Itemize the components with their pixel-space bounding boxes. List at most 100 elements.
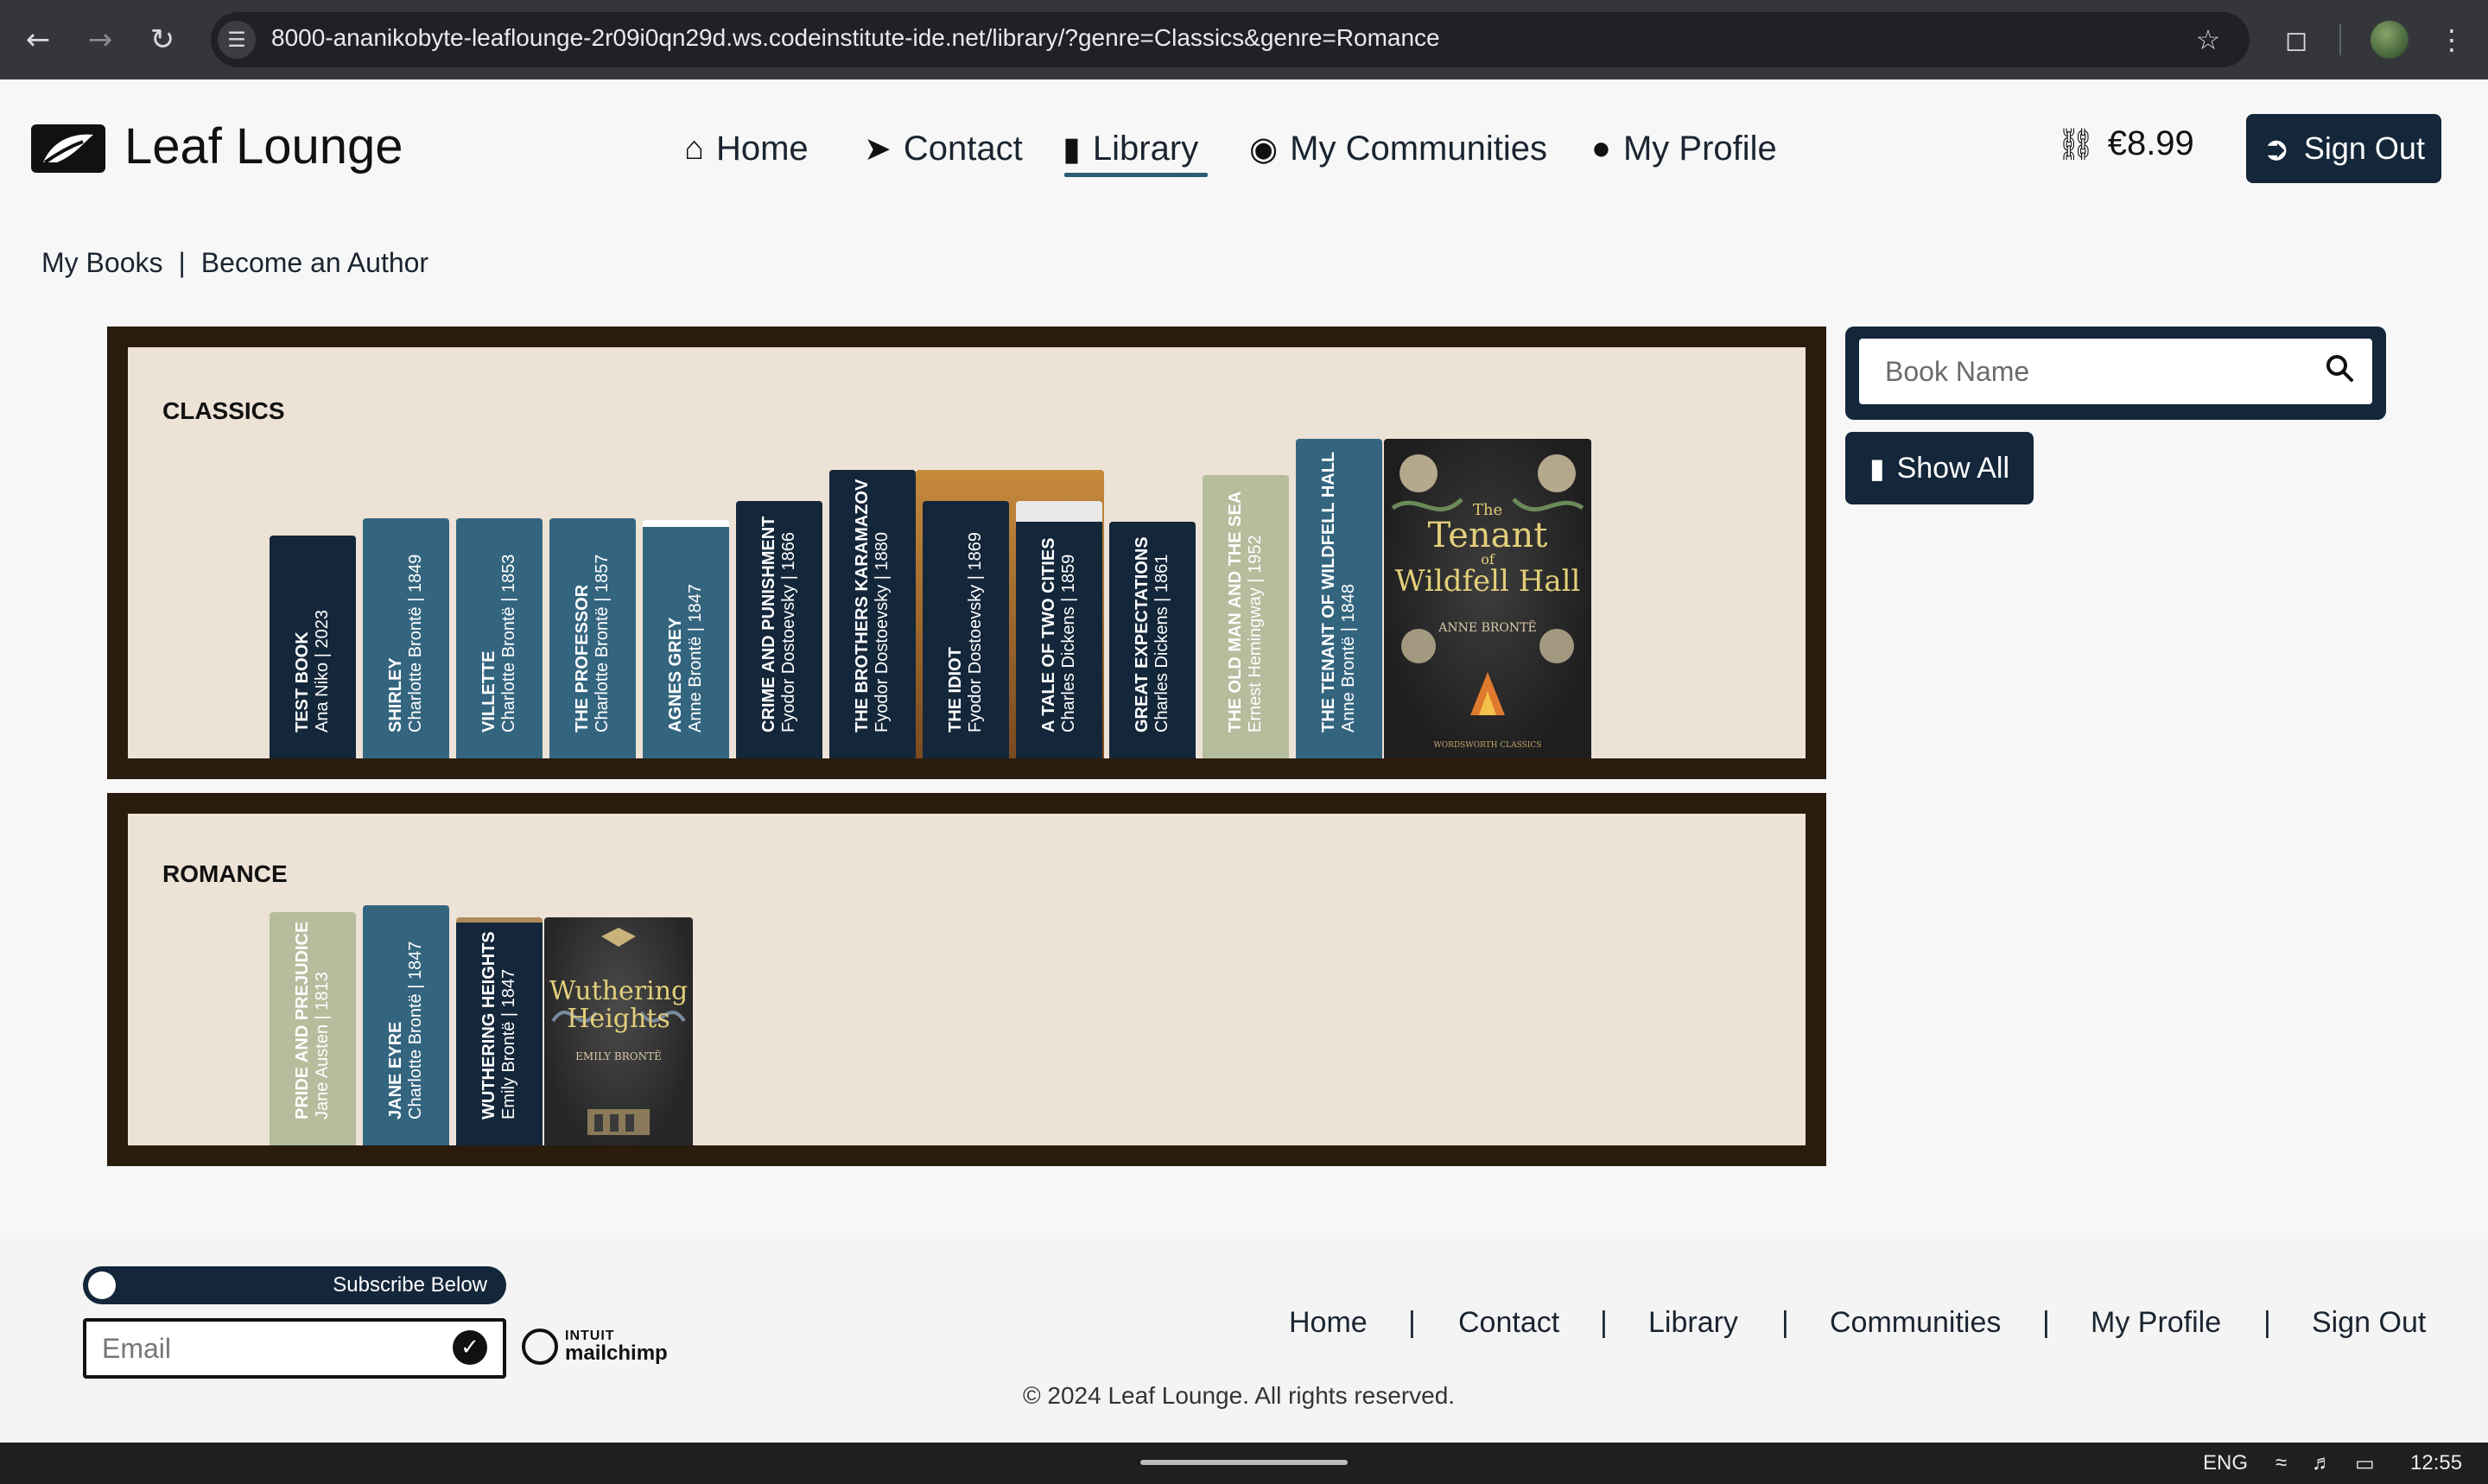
reload-icon[interactable]: ↻ bbox=[142, 19, 183, 60]
nav-communities[interactable]: ◉ My Communities bbox=[1249, 117, 1547, 180]
mailchimp-text: mailchimp bbox=[565, 1341, 668, 1365]
library-sub-links: My Books | Become an Author bbox=[41, 247, 428, 279]
basket-link[interactable]: ⛓ €8.99 bbox=[2056, 124, 2194, 163]
sub-link-separator: | bbox=[178, 247, 186, 278]
footer-link-communities[interactable]: Communities bbox=[1830, 1306, 2001, 1340]
home-icon: ⌂ bbox=[684, 130, 704, 167]
sign-out-button[interactable]: ➲ Sign Out bbox=[2246, 114, 2441, 183]
cover-title-line1: Wuthering bbox=[549, 976, 689, 1006]
book-spine[interactable]: AGNES GREY Anne Brontë | 1847 bbox=[643, 520, 729, 758]
site-header: Leaf Lounge ⌂ Home ➤ Contact ▮ Library ◉… bbox=[0, 79, 2488, 214]
sign-out-icon: ➲ bbox=[2263, 130, 2290, 168]
clock[interactable]: 12:55 bbox=[2410, 1451, 2462, 1475]
email-field[interactable] bbox=[86, 1322, 441, 1375]
book-spine[interactable]: SHIRLEY Charlotte Brontë | 1849 bbox=[363, 518, 449, 758]
kebab-menu-icon[interactable]: ⋮ bbox=[2431, 19, 2472, 60]
active-nav-indicator bbox=[1064, 173, 1208, 177]
footer-link-library[interactable]: Library bbox=[1648, 1306, 1738, 1340]
shelf-romance-inner: ROMANCE PRIDE AND PREJUDICE Jane Austen |… bbox=[128, 814, 1806, 1145]
cover-title-line2: Tenant bbox=[1427, 516, 1548, 555]
leaf-logo-icon[interactable] bbox=[31, 124, 105, 173]
nav-profile-label: My Profile bbox=[1622, 129, 1777, 168]
mailchimp-icon bbox=[522, 1329, 558, 1365]
shelf-romance: ROMANCE PRIDE AND PREJUDICE Jane Austen |… bbox=[107, 793, 1826, 1166]
battery-icon[interactable]: ▭ bbox=[2355, 1451, 2375, 1476]
book-icon: ▮ bbox=[1869, 453, 1885, 484]
nav-profile[interactable]: ● My Profile bbox=[1591, 117, 1777, 180]
shelf-classics-inner: CLASSICS TEST BOOK Ana Niko | 2023 SHIRLE… bbox=[128, 347, 1806, 758]
book-spine[interactable]: PRIDE AND PREJUDICE Jane Austen | 1813 bbox=[270, 912, 356, 1145]
forward-arrow-icon[interactable]: → bbox=[79, 19, 121, 60]
copyright-text: © 2024 Leaf Lounge. All rights reserved. bbox=[1023, 1382, 1456, 1409]
show-all-label: Show All bbox=[1896, 451, 2009, 485]
url-text[interactable]: 8000-ananikobyte-leaflounge-2r09i0qn29d.… bbox=[271, 24, 1440, 52]
shelf-title: ROMANCE bbox=[162, 860, 288, 887]
book-spine[interactable]: JANE EYRE Charlotte Brontë | 1847 bbox=[363, 905, 449, 1145]
paper-plane-icon: ➤ bbox=[864, 130, 892, 168]
bookmark-star-icon[interactable]: ☆ bbox=[2187, 19, 2229, 60]
site-info-icon[interactable]: ☰ bbox=[218, 21, 256, 59]
shelf-title: CLASSICS bbox=[162, 397, 285, 424]
book-cover-tenant[interactable]: The Tenant of Wildfell Hall ANNE BRONTË … bbox=[1384, 439, 1591, 758]
basket-total: €8.99 bbox=[2107, 124, 2194, 162]
book-spine[interactable]: VILLETTE Charlotte Brontë | 1853 bbox=[456, 518, 543, 758]
nav-communities-label: My Communities bbox=[1290, 129, 1548, 168]
nav-home[interactable]: ⌂ Home bbox=[684, 117, 809, 180]
home-gesture-bar[interactable] bbox=[1140, 1460, 1348, 1465]
profile-avatar[interactable] bbox=[2371, 21, 2409, 59]
cover-title-line4: Wildfell Hall bbox=[1394, 564, 1581, 599]
book-spine[interactable]: GREAT EXPECTATIONS Charles Dickens | 1861 bbox=[1109, 522, 1196, 758]
book-spine[interactable]: THE OLD MAN AND THE SEA Ernest Hemingway … bbox=[1203, 475, 1289, 758]
footer-separator: | bbox=[1408, 1306, 1416, 1339]
back-arrow-icon[interactable]: ← bbox=[17, 19, 59, 60]
nav-contact[interactable]: ➤ Contact bbox=[864, 117, 1023, 180]
my-books-link[interactable]: My Books bbox=[41, 247, 162, 279]
user-icon: ● bbox=[1591, 130, 1611, 167]
book-spine[interactable]: CRIME AND PUNISHMENT Fyodor Dostoevsky | … bbox=[736, 501, 822, 758]
subscribe-label: Subscribe Below bbox=[333, 1273, 487, 1297]
comments-icon: ◉ bbox=[1249, 130, 1279, 168]
book-spine[interactable]: THE IDIOT Fyodor Dostoevsky | 1869 bbox=[923, 501, 1009, 758]
footer-separator: | bbox=[2263, 1306, 2271, 1339]
footer-link-sign-out[interactable]: Sign Out bbox=[2312, 1306, 2426, 1340]
book-spine[interactable]: A TALE OF TWO CITIES Charles Dickens | 18… bbox=[1016, 501, 1102, 758]
book-cover-wuthering[interactable]: Wuthering Heights EMILY BRONTË bbox=[544, 917, 693, 1145]
show-all-button[interactable]: ▮ Show All bbox=[1845, 432, 2034, 504]
extensions-icon[interactable]: ◻ bbox=[2275, 19, 2317, 60]
cover-publisher: WORDSWORTH CLASSICS bbox=[1433, 741, 1542, 750]
footer-link-contact[interactable]: Contact bbox=[1458, 1306, 1559, 1340]
keyboard-language[interactable]: ENG bbox=[2203, 1451, 2248, 1475]
footer-separator: | bbox=[1781, 1306, 1789, 1339]
nav-library-label: Library bbox=[1092, 129, 1199, 168]
toggle-knob bbox=[88, 1272, 116, 1299]
nav-contact-label: Contact bbox=[903, 129, 1023, 168]
nav-library[interactable]: ▮ Library bbox=[1063, 117, 1198, 180]
mailchimp-logo: INTUIT mailchimp bbox=[522, 1329, 668, 1365]
footer-link-profile[interactable]: My Profile bbox=[2091, 1306, 2221, 1340]
become-author-link[interactable]: Become an Author bbox=[201, 247, 428, 279]
volume-icon[interactable]: ♬ bbox=[2312, 1451, 2332, 1475]
cover-author: ANNE BRONTË bbox=[1438, 621, 1537, 635]
sign-out-label: Sign Out bbox=[2303, 130, 2425, 166]
wifi-icon[interactable]: ≈ bbox=[2275, 1451, 2287, 1475]
book-spine[interactable]: THE TENANT OF WILDFELL HALL Anne Brontë |… bbox=[1296, 439, 1382, 758]
book-spine[interactable]: WUTHERING HEIGHTS Emily Brontë | 1847 bbox=[456, 917, 543, 1145]
checkmark-icon[interactable]: ✓ bbox=[453, 1330, 487, 1365]
cover-title-line2: Heights bbox=[567, 1003, 670, 1034]
footer-separator: | bbox=[2042, 1306, 2050, 1339]
shopping-basket-icon: ⛓ bbox=[2056, 125, 2096, 162]
footer-separator: | bbox=[1600, 1306, 1608, 1339]
toolbar-divider bbox=[2339, 24, 2341, 55]
book-spine[interactable]: THE PROFESSOR Charlotte Brontë | 1857 bbox=[549, 518, 636, 758]
shelf-classics: CLASSICS TEST BOOK Ana Niko | 2023 SHIRLE… bbox=[107, 327, 1826, 779]
footer-link-home[interactable]: Home bbox=[1289, 1306, 1368, 1340]
subscribe-toggle[interactable]: Subscribe Below bbox=[83, 1266, 506, 1304]
book-spine[interactable]: THE BROTHERS KARAMAZOV Fyodor Dostoevsky … bbox=[829, 470, 916, 758]
brand-name[interactable]: Leaf Lounge bbox=[124, 117, 403, 175]
book-icon: ▮ bbox=[1063, 130, 1081, 168]
cover-author: EMILY BRONTË bbox=[575, 1050, 662, 1062]
search-icon[interactable] bbox=[2324, 352, 2355, 391]
nav-home-label: Home bbox=[715, 129, 809, 168]
book-spine[interactable]: TEST BOOK Ana Niko | 2023 bbox=[270, 536, 356, 758]
book-search-input[interactable] bbox=[1859, 339, 2372, 404]
